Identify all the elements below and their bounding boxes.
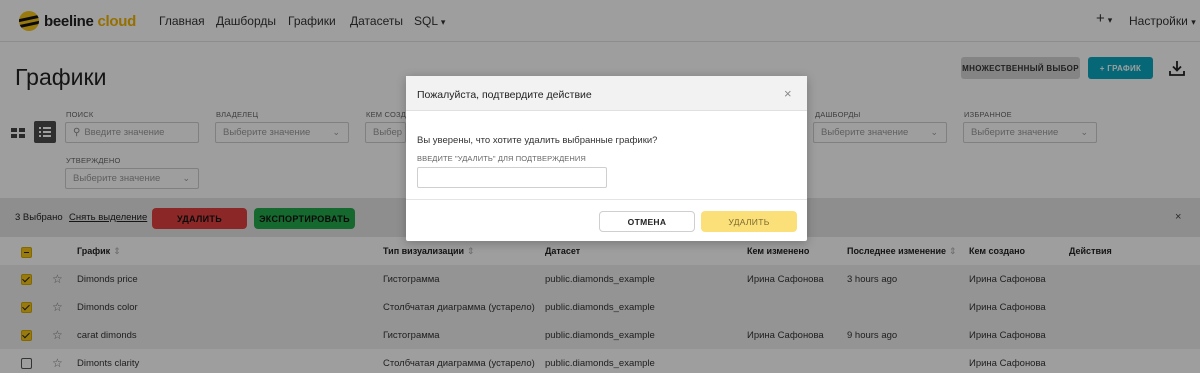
divider	[406, 199, 807, 200]
dialog-header: Пожалуйста, подтвердите действие ×	[406, 76, 807, 111]
confirm-input-label: ВВЕДИТЕ "УДАЛИТЬ" ДЛЯ ПОДТВЕРЖДЕНИЯ	[417, 154, 586, 163]
confirm-delete-button[interactable]: УДАЛИТЬ	[701, 211, 797, 232]
dialog-message: Вы уверены, что хотите удалить выбранные…	[417, 135, 658, 146]
confirm-delete-input[interactable]	[417, 167, 607, 188]
close-icon[interactable]: ×	[784, 86, 792, 101]
cancel-button[interactable]: ОТМЕНА	[599, 211, 695, 232]
confirm-delete-dialog: Пожалуйста, подтвердите действие × Вы ув…	[406, 76, 807, 241]
dialog-title: Пожалуйста, подтвердите действие	[417, 89, 592, 101]
